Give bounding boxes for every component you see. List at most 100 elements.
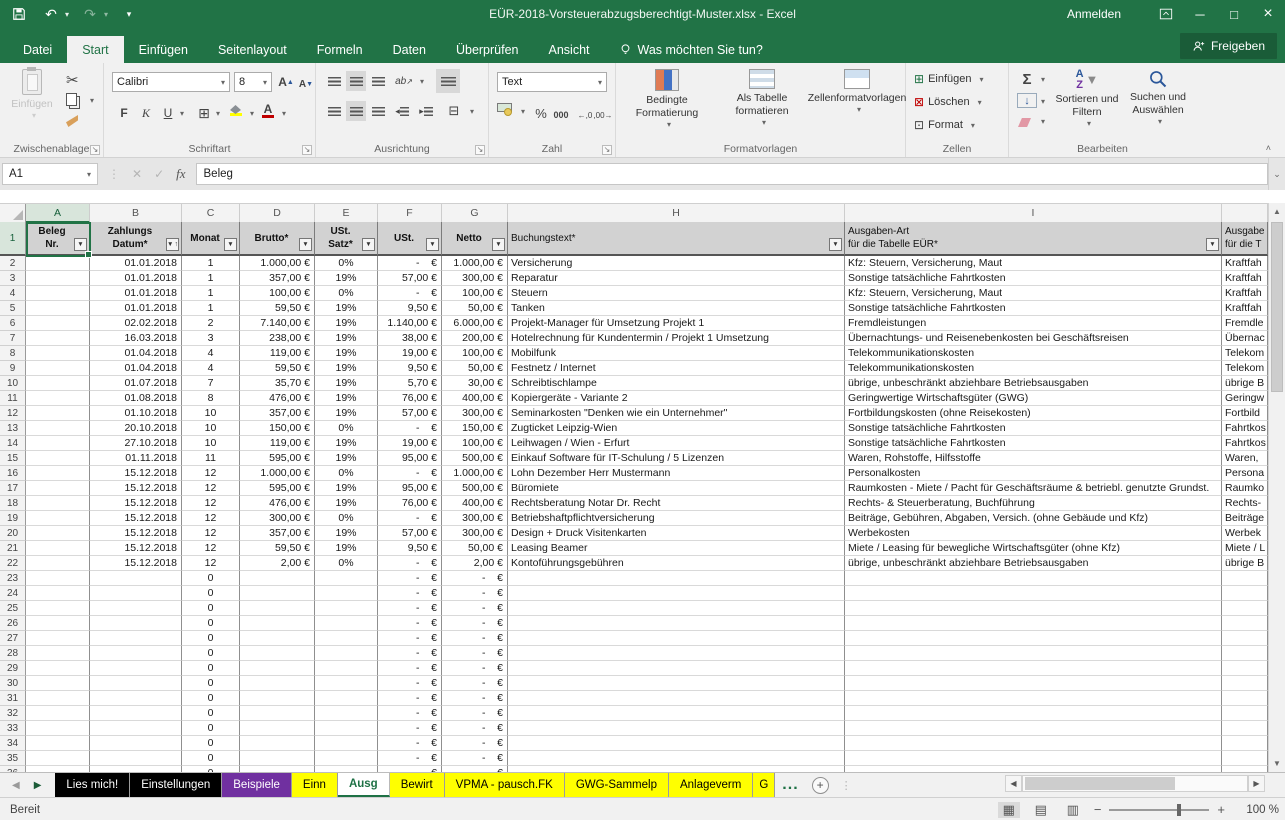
row-header[interactable]: 16: [0, 466, 26, 481]
cell-datum[interactable]: 01.07.2018: [90, 376, 182, 391]
cell-ausgaben-art-2[interactable]: Raumko: [1222, 481, 1268, 496]
align-center-icon[interactable]: [346, 101, 366, 121]
cell-beleg-nr[interactable]: [26, 406, 90, 421]
cell-datum[interactable]: 16.03.2018: [90, 331, 182, 346]
cell-ust[interactable]: - €: [378, 721, 442, 736]
row-header[interactable]: 25: [0, 601, 26, 616]
cell-datum[interactable]: 01.04.2018: [90, 346, 182, 361]
column-header[interactable]: A: [26, 204, 90, 223]
cell-buchungstext[interactable]: [508, 751, 845, 766]
cell-ust-satz[interactable]: [315, 586, 378, 601]
row-header[interactable]: 14: [0, 436, 26, 451]
row-header[interactable]: 8: [0, 346, 26, 361]
cell-buchungstext[interactable]: [508, 616, 845, 631]
cell-ust[interactable]: - €: [378, 511, 442, 526]
filter-icon[interactable]: ▼: [426, 238, 439, 251]
cell-brutto[interactable]: 1.000,00 €: [240, 256, 315, 271]
row-header[interactable]: 20: [0, 526, 26, 541]
cell-datum[interactable]: 15.12.2018: [90, 526, 182, 541]
clear-icon[interactable]: [1018, 118, 1031, 127]
cell-ust[interactable]: - €: [378, 616, 442, 631]
cell-brutto[interactable]: 476,00 €: [240, 391, 315, 406]
autosum-icon[interactable]: Σ: [1017, 69, 1037, 89]
row-header[interactable]: 30: [0, 676, 26, 691]
cell-beleg-nr[interactable]: [26, 571, 90, 586]
cell-monat[interactable]: 12: [182, 556, 240, 571]
cell-netto[interactable]: 150,00 €: [442, 421, 508, 436]
scroll-left-icon[interactable]: ◀: [1005, 775, 1022, 792]
copy-icon[interactable]: [66, 93, 77, 106]
cell-beleg-nr[interactable]: [26, 706, 90, 721]
cell-ausgaben-art-2[interactable]: übrige B: [1222, 376, 1268, 391]
row-header[interactable]: 4: [0, 286, 26, 301]
cell-datum[interactable]: [90, 646, 182, 661]
cell-buchungstext[interactable]: Design + Druck Visitenkarten: [508, 526, 845, 541]
cell-beleg-nr[interactable]: [26, 736, 90, 751]
cell-netto[interactable]: - €: [442, 736, 508, 751]
cell-beleg-nr[interactable]: [26, 301, 90, 316]
format-painter-icon[interactable]: [66, 115, 78, 127]
orientation-icon[interactable]: ab↗: [394, 71, 414, 91]
cell-brutto[interactable]: 119,00 €: [240, 346, 315, 361]
cell-beleg-nr[interactable]: [26, 346, 90, 361]
cell-brutto[interactable]: 35,70 €: [240, 376, 315, 391]
sheet-tab[interactable]: Einn: [292, 773, 338, 797]
row-header[interactable]: 2: [0, 256, 26, 271]
cell-ust-satz[interactable]: [315, 691, 378, 706]
header-cell-ust-satz[interactable]: USt.Satz*▼: [315, 222, 378, 256]
cell-netto[interactable]: - €: [442, 706, 508, 721]
number-dialog-launcher-icon[interactable]: ↘: [602, 145, 612, 155]
cell-ausgaben-art[interactable]: Kfz: Steuern, Versicherung, Maut: [845, 256, 1222, 271]
minimize-button[interactable]: ─: [1183, 0, 1217, 28]
column-header[interactable]: G: [442, 204, 508, 223]
zoom-slider-thumb[interactable]: [1177, 804, 1181, 816]
cell-ausgaben-art[interactable]: Miete / Leasing für bewegliche Wirtschaf…: [845, 541, 1222, 556]
cell-brutto[interactable]: [240, 601, 315, 616]
cell-ust-satz[interactable]: [315, 721, 378, 736]
cell-datum[interactable]: [90, 751, 182, 766]
cell-beleg-nr[interactable]: [26, 586, 90, 601]
cell-ausgaben-art-2[interactable]: Kraftfah: [1222, 286, 1268, 301]
cell-ust[interactable]: - €: [378, 736, 442, 751]
cell-netto[interactable]: - €: [442, 616, 508, 631]
ribbon-tab[interactable]: Überprüfen: [441, 36, 534, 63]
cell-ausgaben-art-2[interactable]: Kraftfah: [1222, 271, 1268, 286]
row-header[interactable]: 13: [0, 421, 26, 436]
cell-ausgaben-art-2[interactable]: Miete / L: [1222, 541, 1268, 556]
cell-buchungstext[interactable]: [508, 571, 845, 586]
borders-icon[interactable]: ⊞: [194, 103, 214, 123]
cell-brutto[interactable]: 300,00 €: [240, 511, 315, 526]
cell-ausgaben-art-2[interactable]: übrige B: [1222, 556, 1268, 571]
row-header[interactable]: 10: [0, 376, 26, 391]
cell-monat[interactable]: 4: [182, 346, 240, 361]
font-color-icon[interactable]: A: [262, 102, 274, 118]
cell-buchungstext[interactable]: Versicherung: [508, 256, 845, 271]
cell-brutto[interactable]: [240, 721, 315, 736]
cell-buchungstext[interactable]: Leasing Beamer: [508, 541, 845, 556]
cell-netto[interactable]: - €: [442, 571, 508, 586]
cell-ust[interactable]: 57,00 €: [378, 526, 442, 541]
header-cell-ausgaben-art[interactable]: Ausgaben-Artfür die Tabelle EÜR*▼: [845, 222, 1222, 256]
cell-datum[interactable]: [90, 691, 182, 706]
cell-ust[interactable]: 19,00 €: [378, 346, 442, 361]
scroll-down-icon[interactable]: ▼: [1269, 755, 1285, 772]
cell-monat[interactable]: 12: [182, 466, 240, 481]
filter-icon[interactable]: ▼: [299, 238, 312, 251]
cell-ausgaben-art-2[interactable]: Fremdle: [1222, 316, 1268, 331]
row-header[interactable]: 7: [0, 331, 26, 346]
insert-cells-button[interactable]: ⊞Einfügen▾: [914, 72, 984, 86]
cell-brutto[interactable]: 59,50 €: [240, 301, 315, 316]
cell-ust[interactable]: 57,00 €: [378, 271, 442, 286]
cell-ust[interactable]: - €: [378, 676, 442, 691]
row-header[interactable]: 35: [0, 751, 26, 766]
row-header[interactable]: 3: [0, 271, 26, 286]
italic-button[interactable]: K: [136, 103, 156, 123]
cell-brutto[interactable]: 119,00 €: [240, 436, 315, 451]
cell-datum[interactable]: [90, 706, 182, 721]
cell-buchungstext[interactable]: Hotelrechnung für Kundentermin / Projekt…: [508, 331, 845, 346]
format-cells-button[interactable]: ⊡Format▾: [914, 118, 975, 132]
cell-monat[interactable]: 12: [182, 481, 240, 496]
cell-datum[interactable]: 20.10.2018: [90, 421, 182, 436]
cell-beleg-nr[interactable]: [26, 391, 90, 406]
cell-ausgaben-art-2[interactable]: Beiträge: [1222, 511, 1268, 526]
